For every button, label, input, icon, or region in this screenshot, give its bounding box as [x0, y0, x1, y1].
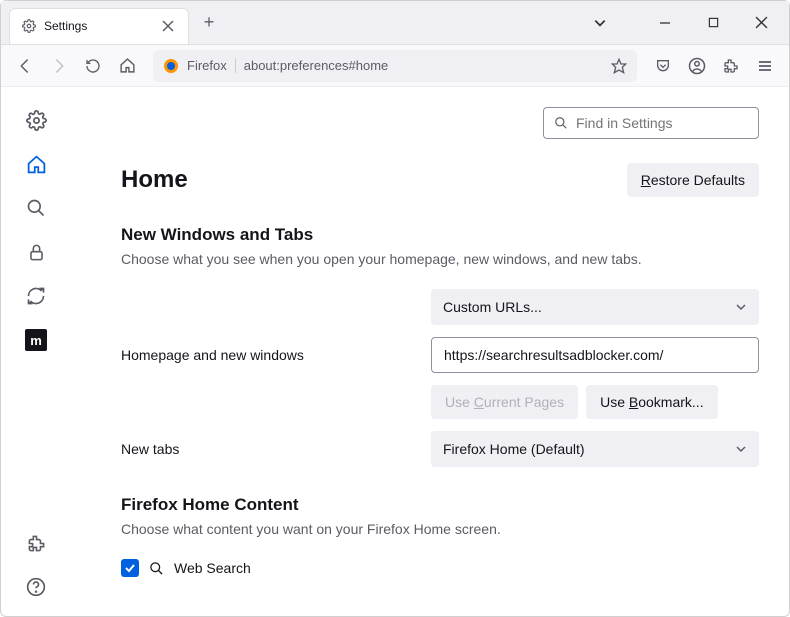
section-description: Choose what you see when you open your h… [121, 251, 759, 267]
settings-search-input[interactable] [576, 115, 757, 131]
home-button[interactable] [113, 52, 141, 80]
m-icon: m [25, 329, 47, 351]
minimize-button[interactable] [645, 8, 685, 38]
newtabs-label: New tabs [121, 441, 411, 457]
firefox-logo-icon [163, 58, 179, 74]
homepage-dropdown[interactable]: Custom URLs... [431, 289, 759, 325]
section-description: Choose what content you want on your Fir… [121, 521, 759, 537]
use-current-pages-button[interactable]: Use Current Pages [431, 385, 578, 419]
account-button[interactable] [683, 52, 711, 80]
back-button[interactable] [11, 52, 39, 80]
content: m Home Restore Defaults New Windows and … [1, 87, 789, 616]
dropdown-value: Custom URLs... [443, 299, 542, 315]
section-title: Firefox Home Content [121, 495, 759, 515]
main-content: Home Restore Defaults New Windows and Ta… [71, 87, 789, 616]
chevron-down-icon [735, 301, 747, 313]
page-title: Home [121, 166, 188, 194]
use-bookmark-button[interactable]: Use Bookmark... [586, 385, 718, 419]
sidebar-item-home[interactable] [25, 153, 47, 175]
menu-button[interactable] [751, 52, 779, 80]
sidebar-item-help[interactable] [25, 576, 47, 598]
navbar: Firefox about:preferences#home [1, 45, 789, 87]
bookmark-star-icon[interactable] [611, 58, 627, 74]
window-controls [593, 8, 781, 38]
settings-search[interactable] [543, 107, 759, 139]
restore-defaults-button[interactable]: Restore Defaults [627, 163, 759, 197]
chevron-down-icon[interactable] [593, 16, 607, 30]
homepage-label: Homepage and new windows [121, 347, 411, 363]
new-tab-button[interactable]: + [195, 9, 223, 37]
maximize-button[interactable] [693, 8, 733, 38]
close-icon[interactable] [160, 18, 176, 34]
titlebar: Settings + [1, 1, 789, 45]
new-windows-tabs-section: New Windows and Tabs Choose what you see… [121, 225, 759, 467]
forward-button[interactable] [45, 52, 73, 80]
chevron-down-icon [735, 443, 747, 455]
sidebar-item-sync[interactable] [25, 285, 47, 307]
sidebar-item-more[interactable]: m [25, 329, 47, 351]
pocket-button[interactable] [649, 52, 677, 80]
url-text: about:preferences#home [244, 58, 603, 73]
sidebar: m [1, 87, 71, 616]
sidebar-item-general[interactable] [25, 109, 47, 131]
close-window-button[interactable] [741, 8, 781, 38]
url-bar[interactable]: Firefox about:preferences#home [153, 50, 637, 82]
gear-icon [22, 19, 36, 33]
web-search-label: Web Search [174, 560, 251, 576]
newtabs-dropdown[interactable]: Firefox Home (Default) [431, 431, 759, 467]
sidebar-item-search[interactable] [25, 197, 47, 219]
sidebar-item-extensions[interactable] [25, 532, 47, 554]
search-icon [554, 116, 568, 130]
firefox-label: Firefox [187, 58, 236, 73]
firefox-home-content-section: Firefox Home Content Choose what content… [121, 495, 759, 577]
tab-title: Settings [44, 19, 152, 33]
web-search-checkbox[interactable] [121, 559, 139, 577]
extensions-button[interactable] [717, 52, 745, 80]
browser-tab[interactable]: Settings [9, 8, 189, 44]
homepage-url-input[interactable] [431, 337, 759, 373]
section-title: New Windows and Tabs [121, 225, 759, 245]
dropdown-value: Firefox Home (Default) [443, 441, 585, 457]
search-icon [149, 561, 164, 576]
sidebar-item-privacy[interactable] [25, 241, 47, 263]
reload-button[interactable] [79, 52, 107, 80]
